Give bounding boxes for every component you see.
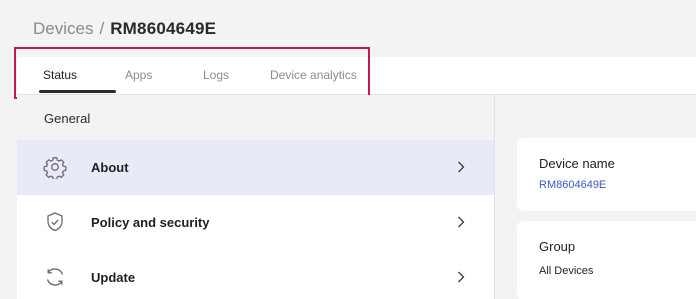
tab-status[interactable]: Status bbox=[43, 57, 77, 94]
breadcrumb: Devices / RM8604649E bbox=[33, 18, 216, 40]
tab-device-analytics[interactable]: Device analytics bbox=[270, 57, 357, 94]
tab-apps[interactable]: Apps bbox=[125, 57, 152, 94]
chevron-right-icon bbox=[458, 271, 465, 283]
menu-item-label: Update bbox=[91, 270, 136, 285]
active-tab-indicator bbox=[39, 90, 116, 93]
device-name-card: Device name RM8604649E bbox=[517, 138, 696, 211]
device-page: Devices / RM8604649E Status Apps Logs Devi… bbox=[0, 0, 696, 299]
settings-menu: General About Policy and security Update bbox=[17, 95, 495, 299]
gear-icon bbox=[43, 157, 67, 179]
section-header: General bbox=[17, 95, 494, 140]
shield-check-icon bbox=[47, 212, 63, 232]
breadcrumb-separator: / bbox=[99, 19, 105, 38]
menu-item-policy-and-security[interactable]: Policy and security bbox=[17, 195, 494, 250]
tab-logs[interactable]: Logs bbox=[203, 57, 229, 94]
group-card: Group All Devices bbox=[517, 221, 696, 299]
menu-item-label: Policy and security bbox=[91, 215, 210, 230]
group-title: Group bbox=[539, 239, 576, 254]
breadcrumb-current-device: RM8604649E bbox=[110, 19, 217, 38]
section-title-general: General bbox=[44, 111, 91, 126]
device-details-panel: Device name RM8604649E Group All Devices bbox=[495, 95, 696, 299]
chevron-right-icon bbox=[458, 216, 465, 228]
breadcrumb-devices-link[interactable]: Devices bbox=[33, 19, 93, 38]
tab-bar: Status Apps Logs Device analytics bbox=[17, 57, 696, 95]
menu-item-label: About bbox=[91, 160, 129, 175]
device-name-title: Device name bbox=[539, 156, 615, 171]
menu-item-about[interactable]: About bbox=[17, 140, 494, 195]
menu-item-update[interactable]: Update bbox=[17, 250, 494, 299]
refresh-icon bbox=[46, 268, 64, 286]
page-header: Devices / RM8604649E bbox=[0, 0, 696, 57]
device-name-link[interactable]: RM8604649E bbox=[539, 179, 606, 191]
chevron-right-icon bbox=[458, 161, 465, 173]
group-value: All Devices bbox=[539, 265, 594, 277]
